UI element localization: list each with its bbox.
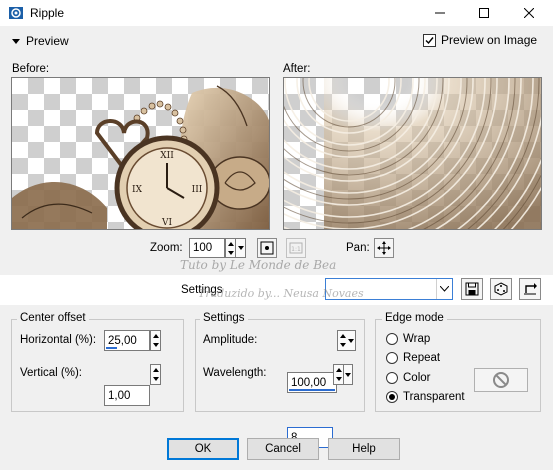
clock-and-roses-image: XII III VI IX — [12, 85, 269, 229]
radio-unselected-icon — [386, 372, 398, 384]
vertical-spinner[interactable] — [150, 364, 161, 385]
spin-up-icon[interactable] — [151, 331, 160, 341]
preview-toggle-label: Preview — [26, 34, 69, 48]
minimize-button[interactable] — [423, 0, 457, 26]
edge-transparent-label: Transparent — [403, 391, 465, 403]
ripple-app-icon — [8, 5, 24, 21]
edge-color-swatch[interactable] — [474, 368, 528, 392]
edge-color-label: Color — [403, 372, 431, 384]
close-button[interactable] — [512, 0, 546, 26]
svg-text:1:1: 1:1 — [291, 246, 301, 253]
edge-wrap-radio[interactable]: Wrap — [386, 333, 430, 345]
zoom-input[interactable]: 100 — [189, 238, 225, 258]
ripple-effect-image — [284, 78, 541, 229]
minimize-icon — [435, 12, 445, 14]
ok-button[interactable]: OK — [167, 438, 239, 460]
before-preview[interactable]: XII III VI IX — [11, 77, 270, 230]
horizontal-input[interactable]: 25,00 — [104, 330, 150, 351]
amplitude-input[interactable]: 100,00 — [287, 372, 337, 393]
spin-down-icon[interactable] — [338, 341, 347, 351]
spin-down-icon[interactable] — [151, 375, 160, 385]
maximize-icon — [479, 8, 489, 18]
maximize-button[interactable] — [467, 0, 501, 26]
edge-repeat-radio[interactable]: Repeat — [386, 352, 440, 364]
zoom-label: Zoom: — [150, 242, 183, 254]
no-color-icon — [493, 372, 509, 388]
actual-size-icon: 1:1 — [289, 242, 303, 254]
reset-arrow-icon — [524, 283, 537, 295]
floppy-disk-icon — [465, 282, 479, 296]
amplitude-level-bar — [289, 389, 335, 391]
help-button[interactable]: Help — [328, 438, 400, 460]
dice-icon — [494, 282, 508, 296]
spin-down-icon[interactable] — [334, 375, 343, 385]
radio-unselected-icon — [386, 333, 398, 345]
close-icon — [524, 8, 534, 18]
preview-on-image-label: Preview on Image — [441, 33, 538, 47]
after-label: After: — [283, 63, 311, 75]
watermark-text: Tuto by Le Monde de Bea — [180, 258, 337, 272]
svg-text:VI: VI — [161, 218, 172, 228]
amplitude-label: Amplitude: — [203, 334, 258, 346]
wavelength-dropdown[interactable] — [344, 364, 353, 385]
radio-selected-icon — [386, 391, 398, 403]
spin-up-icon[interactable] — [334, 365, 343, 375]
preview-on-image-checkbox[interactable]: Preview on Image — [423, 33, 537, 47]
vertical-label: Vertical (%): — [20, 367, 82, 379]
zoom-dropdown[interactable] — [236, 238, 246, 258]
window-title: Ripple — [30, 6, 65, 20]
dropdown-arrow-icon[interactable] — [344, 365, 352, 384]
edge-color-radio[interactable]: Color — [386, 372, 430, 384]
svg-text:XII: XII — [160, 151, 174, 161]
radio-unselected-icon — [386, 352, 398, 364]
wavelength-label: Wavelength: — [203, 367, 267, 379]
horizontal-label: Horizontal (%): — [20, 334, 97, 346]
spin-down-icon[interactable] — [151, 341, 160, 351]
randomize-button[interactable] — [490, 278, 512, 300]
cancel-button[interactable]: Cancel — [247, 438, 319, 460]
spin-up-icon[interactable] — [338, 331, 347, 341]
spin-down-icon[interactable] — [226, 248, 235, 257]
spin-up-icon[interactable] — [226, 239, 235, 248]
save-preset-button[interactable] — [461, 278, 483, 300]
move-arrows-icon — [377, 241, 391, 255]
zoom-spinner[interactable] — [225, 238, 236, 258]
edge-repeat-label: Repeat — [403, 352, 441, 364]
spin-up-icon[interactable] — [151, 365, 160, 375]
pan-button[interactable] — [374, 238, 394, 258]
horizontal-value: 25,00 — [108, 334, 137, 347]
checkbox-checked-icon — [423, 33, 436, 47]
amplitude-dropdown[interactable] — [347, 330, 356, 351]
before-label: Before: — [12, 63, 50, 75]
pan-label: Pan: — [346, 242, 370, 254]
preview-toggle[interactable]: Preview — [12, 34, 69, 48]
wavelength-spinner[interactable] — [333, 364, 344, 385]
horizontal-spinner[interactable] — [150, 330, 161, 351]
horizontal-level-bar — [106, 347, 117, 349]
edge-transparent-radio[interactable]: Transparent — [386, 391, 465, 403]
center-offset-title: Center offset — [17, 312, 89, 324]
after-preview[interactable] — [283, 77, 542, 230]
zoom-fit-button[interactable] — [257, 238, 277, 258]
watermark-translator-text: Traduzido by... Neusa Novaes — [198, 287, 364, 300]
edge-wrap-label: Wrap — [403, 333, 431, 345]
actual-size-button[interactable]: 1:1 — [286, 238, 306, 258]
dropdown-arrow-icon[interactable] — [347, 331, 355, 350]
vertical-value: 1,00 — [108, 389, 131, 402]
settings-title: Settings — [200, 312, 248, 324]
svg-text:III: III — [192, 185, 203, 195]
svg-text:IX: IX — [132, 185, 143, 195]
fit-window-icon — [260, 241, 274, 255]
vertical-input[interactable]: 1,00 — [104, 385, 150, 406]
edge-mode-title: Edge mode — [382, 312, 447, 324]
amplitude-value: 100,00 — [291, 376, 327, 389]
dropdown-arrow-icon[interactable] — [236, 239, 245, 257]
chevron-down-icon[interactable] — [436, 279, 452, 299]
reset-button[interactable] — [519, 278, 541, 300]
collapse-triangle-icon — [12, 38, 20, 44]
